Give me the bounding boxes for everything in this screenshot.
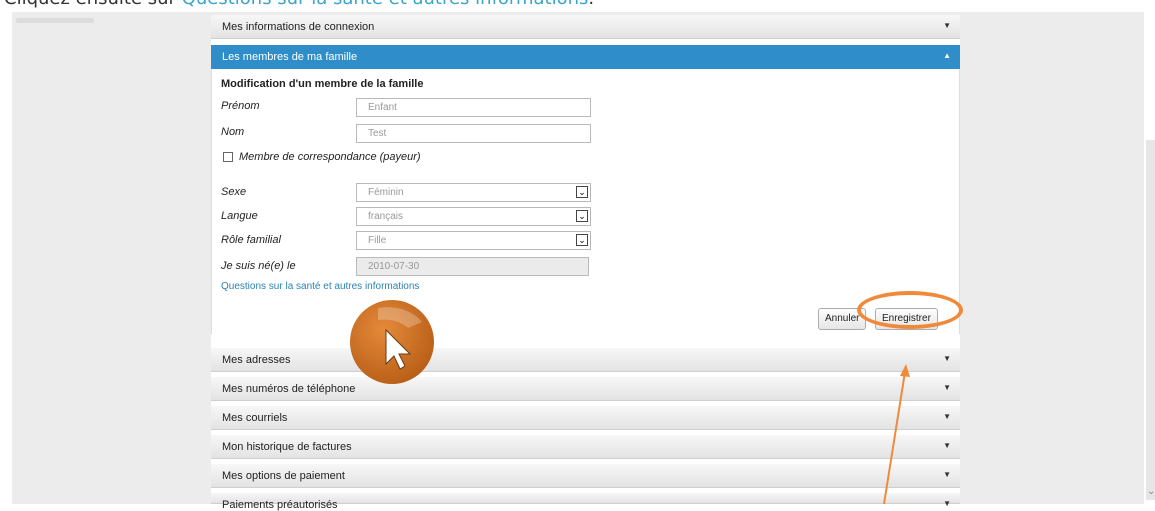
sex-label: Sexe bbox=[221, 186, 247, 198]
language-value: français bbox=[368, 211, 404, 222]
logo bbox=[16, 18, 94, 23]
last-name-label: Nom bbox=[221, 126, 245, 138]
chevron-down-icon: ⌄ bbox=[576, 210, 588, 222]
browser-screen: Mes informations de connexion ▼ Les memb… bbox=[12, 12, 1144, 511]
role-select[interactable]: Fille ⌄ bbox=[356, 231, 591, 250]
section-label: Mes adresses bbox=[222, 354, 291, 366]
last-name-input[interactable]: Test bbox=[356, 124, 591, 143]
correspondence-checkbox-label: Membre de correspondance (payeur) bbox=[239, 151, 421, 163]
account-panel: Mes informations de connexion ▼ Les memb… bbox=[211, 15, 960, 511]
chevron-down-icon: ⌄ bbox=[576, 234, 588, 246]
scrollbar[interactable] bbox=[1146, 140, 1155, 500]
section-addresses[interactable]: Mes adresses ▼ bbox=[211, 348, 960, 372]
chevron-down-icon: ▼ bbox=[943, 21, 951, 30]
sex-value: Féminin bbox=[368, 187, 404, 198]
instruction-text: Cliquez ensuite sur Questions sur la san… bbox=[4, 0, 594, 9]
section-emails[interactable]: Mes courriels ▼ bbox=[211, 406, 960, 430]
section-label: Paiements préautorisés bbox=[222, 499, 338, 511]
section-login-info[interactable]: Mes informations de connexion ▼ bbox=[211, 15, 960, 39]
section-label: Mes options de paiement bbox=[222, 470, 345, 482]
first-name-input[interactable]: Enfant bbox=[356, 98, 591, 117]
section-preauthorized-payments[interactable]: Paiements préautorisés ▼ bbox=[211, 493, 960, 511]
chevron-down-icon: ▼ bbox=[943, 412, 951, 421]
cursor-badge-icon bbox=[350, 300, 434, 384]
section-label: Mes courriels bbox=[222, 412, 288, 424]
chevron-up-icon: ▲ bbox=[943, 51, 951, 60]
section-label: Les membres de ma famille bbox=[222, 51, 358, 63]
section-phone-numbers[interactable]: Mes numéros de téléphone ▼ bbox=[211, 377, 960, 401]
section-family-members[interactable]: Les membres de ma famille ▲ bbox=[211, 45, 960, 69]
section-payment-options[interactable]: Mes options de paiement ▼ bbox=[211, 464, 960, 488]
language-select[interactable]: français ⌄ bbox=[356, 207, 591, 226]
chevron-down-icon: ⌄ bbox=[576, 186, 588, 198]
birthdate-input: 2010-07-30 bbox=[356, 257, 589, 276]
first-name-label: Prénom bbox=[221, 100, 260, 112]
chevron-down-icon: ▼ bbox=[943, 354, 951, 363]
role-label: Rôle familial bbox=[221, 234, 281, 246]
instruction-prefix: Cliquez ensuite sur bbox=[4, 0, 182, 9]
correspondence-checkbox[interactable] bbox=[223, 152, 233, 162]
form-title: Modification d'un membre de la famille bbox=[221, 78, 424, 90]
scroll-down-icon[interactable]: ⌄ bbox=[1147, 486, 1155, 497]
family-member-form: Modification d'un membre de la famille P… bbox=[211, 69, 960, 334]
section-label: Mes numéros de téléphone bbox=[222, 383, 356, 395]
section-invoice-history[interactable]: Mon historique de factures ▼ bbox=[211, 435, 960, 459]
chevron-down-icon: ▼ bbox=[943, 470, 951, 479]
sex-select[interactable]: Féminin ⌄ bbox=[356, 183, 591, 202]
section-label: Mon historique de factures bbox=[222, 441, 352, 453]
instruction-suffix: . bbox=[588, 0, 594, 9]
birthdate-label: Je suis né(e) le bbox=[221, 260, 296, 272]
chevron-down-icon: ▼ bbox=[943, 383, 951, 392]
health-questions-link[interactable]: Questions sur la santé et autres informa… bbox=[221, 281, 419, 292]
chevron-down-icon: ▼ bbox=[943, 441, 951, 450]
section-label: Mes informations de connexion bbox=[222, 21, 375, 33]
language-label: Langue bbox=[221, 210, 258, 222]
role-value: Fille bbox=[368, 235, 387, 246]
instruction-link: Questions sur la santé et autres informa… bbox=[182, 0, 589, 9]
highlight-circle bbox=[857, 291, 963, 329]
